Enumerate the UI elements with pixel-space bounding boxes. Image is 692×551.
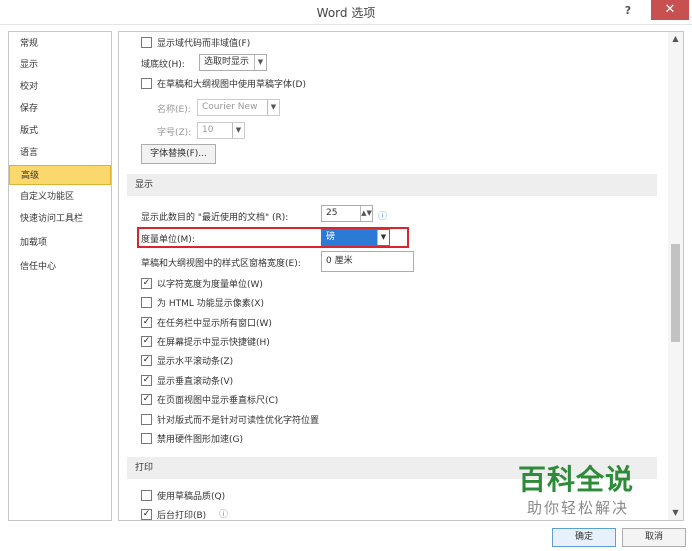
draft-quality-label: 使用草稿品质(Q)	[157, 492, 226, 502]
nav-trust-center[interactable]: 信任中心	[9, 257, 111, 277]
font-size-label: 字号(Z):	[157, 128, 192, 138]
draft-font-label: 在草稿和大纲视图中使用草稿字体(D)	[157, 80, 306, 90]
watermark-title: 百科全说	[518, 463, 635, 496]
font-size-value: 10	[202, 125, 214, 135]
vertical-scrollbar-checkbox[interactable]: ✓	[141, 375, 152, 386]
close-button[interactable]: ✕	[651, 0, 689, 20]
show-field-codes-checkbox[interactable]	[141, 37, 152, 48]
char-width-units-checkbox[interactable]: ✓	[141, 278, 152, 289]
measure-unit-select[interactable]: 磅 ▼	[321, 229, 390, 246]
style-area-width-label: 草稿和大纲视图中的样式区窗格宽度(E):	[141, 259, 301, 269]
options-nav: 常规 显示 校对 保存 版式 语言 高级 自定义功能区 快速访问工具栏 加载项 …	[8, 31, 112, 521]
help-button[interactable]: ?	[617, 2, 639, 20]
recent-docs-spinner[interactable]: 25 ▲▼	[321, 205, 373, 222]
font-substitution-button[interactable]: 字体替换(F)...	[141, 144, 216, 164]
shortcut-tips-checkbox[interactable]: ✓	[141, 336, 152, 347]
nav-quick-access-toolbar[interactable]: 快速访问工具栏	[9, 209, 111, 229]
vertical-scrollbar-label: 显示垂直滚动条(V)	[157, 377, 234, 387]
nav-add-ins[interactable]: 加载项	[9, 233, 111, 253]
measure-unit-label: 度量单位(M):	[141, 235, 195, 245]
font-name-label: 名称(E):	[157, 105, 191, 115]
chevron-down-icon: ▼	[232, 123, 244, 138]
info-icon: ⓘ	[219, 510, 229, 520]
chevron-down-icon: ▼	[377, 230, 389, 245]
field-shading-select[interactable]: 选取时显示 ▼	[199, 54, 267, 71]
background-print-checkbox[interactable]: ✓	[141, 509, 152, 520]
display-section-header: 显示	[127, 174, 657, 196]
scrollbar-thumb[interactable]	[671, 244, 680, 342]
scroll-down-icon[interactable]: ▼	[668, 506, 683, 520]
shortcut-tips-label: 在屏幕提示中显示快捷键(H)	[157, 338, 270, 348]
nav-proofing[interactable]: 校对	[9, 77, 111, 97]
spinner-arrows-icon[interactable]: ▲▼	[360, 206, 372, 221]
nav-general[interactable]: 常规	[9, 34, 111, 54]
scroll-up-icon[interactable]: ▲	[668, 32, 683, 46]
info-icon: ⓘ	[378, 212, 388, 222]
field-shading-label: 域底纹(H):	[141, 60, 185, 70]
chevron-down-icon: ▼	[267, 100, 279, 115]
char-width-units-label: 以字符宽度为度量单位(W)	[157, 280, 263, 290]
vertical-scrollbar[interactable]: ▲ ▼	[668, 32, 683, 520]
cancel-button[interactable]: 取消	[622, 528, 686, 547]
style-area-width-input[interactable]: 0 厘米	[321, 251, 414, 272]
nav-customize-ribbon[interactable]: 自定义功能区	[9, 187, 111, 207]
chevron-down-icon: ▼	[254, 55, 266, 70]
vertical-ruler-label: 在页面视图中显示垂直标尺(C)	[157, 396, 279, 406]
nav-save[interactable]: 保存	[9, 99, 111, 119]
optimize-char-pos-checkbox[interactable]	[141, 414, 152, 425]
nav-layout[interactable]: 版式	[9, 121, 111, 141]
optimize-char-pos-label: 针对版式而不是针对可读性优化字符位置	[157, 416, 320, 426]
recent-docs-label: 显示此数目的 "最近使用的文档" (R):	[141, 213, 289, 223]
html-pixels-checkbox[interactable]	[141, 297, 152, 308]
font-name-select[interactable]: Courier New ▼	[197, 99, 280, 116]
taskbar-windows-label: 在任务栏中显示所有窗口(W)	[157, 319, 272, 329]
field-shading-value: 选取时显示	[204, 57, 250, 67]
show-field-codes-label: 显示域代码而非域值(F)	[157, 39, 251, 49]
horizontal-scrollbar-checkbox[interactable]: ✓	[141, 355, 152, 366]
background-print-label: 后台打印(B)	[157, 511, 207, 521]
font-size-select[interactable]: 10 ▼	[197, 122, 245, 139]
horizontal-scrollbar-label: 显示水平滚动条(Z)	[157, 357, 234, 367]
title-bar: Word 选项 ? ✕	[0, 0, 692, 25]
nav-advanced[interactable]: 高级	[9, 165, 111, 185]
disable-hw-accel-label: 禁用硬件图形加速(G)	[157, 435, 243, 445]
font-name-value: Courier New	[202, 102, 258, 112]
vertical-ruler-checkbox[interactable]: ✓	[141, 394, 152, 405]
draft-quality-checkbox[interactable]	[141, 490, 152, 501]
draft-font-checkbox[interactable]	[141, 78, 152, 89]
disable-hw-accel-checkbox[interactable]	[141, 433, 152, 444]
nav-language[interactable]: 语言	[9, 143, 111, 163]
nav-display[interactable]: 显示	[9, 55, 111, 75]
html-pixels-label: 为 HTML 功能显示像素(X)	[157, 299, 264, 309]
advanced-options-panel: 显示域代码而非域值(F) 域底纹(H): 选取时显示 ▼ 在草稿和大纲视图中使用…	[118, 31, 684, 521]
watermark-subtitle: 助你轻松解决	[527, 499, 630, 517]
ok-button[interactable]: 确定	[552, 528, 616, 547]
measure-unit-value: 磅	[326, 232, 336, 242]
window-title: Word 选项	[316, 6, 376, 20]
recent-docs-value: 25	[326, 208, 338, 218]
taskbar-windows-checkbox[interactable]: ✓	[141, 317, 152, 328]
